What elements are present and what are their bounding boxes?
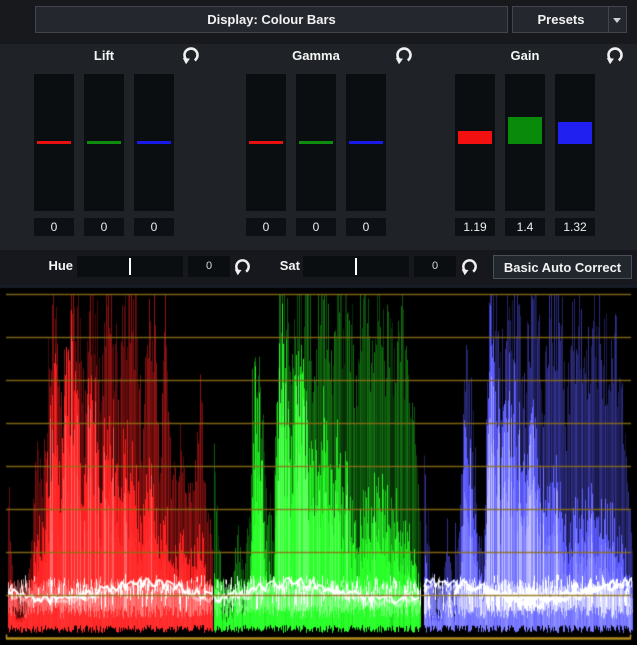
gamma-blue-slider[interactable]	[346, 74, 386, 211]
lift-red-slider[interactable]	[34, 74, 74, 211]
group-gain: Gain 1.19 1.4 1.32	[445, 44, 627, 250]
sat-value: 0	[414, 256, 456, 277]
gain-blue-slider[interactable]	[555, 74, 595, 211]
lift-blue-value: 0	[134, 218, 174, 236]
hue-label: Hue	[30, 255, 73, 277]
sat-slider-handle[interactable]	[355, 258, 357, 275]
group-gamma: Gamma 0 0 0	[236, 44, 418, 250]
reset-lift-icon[interactable]	[181, 45, 201, 65]
gamma-green-value: 0	[296, 218, 336, 236]
presets-label: Presets	[538, 12, 585, 27]
group-lift: Lift 0 0 0	[24, 44, 206, 250]
presets-button[interactable]: Presets	[512, 6, 627, 33]
colour-groups: Lift 0 0 0 Gamma 0 0 0 Gain	[0, 44, 637, 250]
hue-slider-handle[interactable]	[129, 258, 131, 275]
basic-auto-correct-button[interactable]: Basic Auto Correct	[493, 255, 632, 279]
hue-value: 0	[188, 256, 230, 277]
gain-blue-value: 1.32	[555, 218, 595, 236]
gain-green-slider[interactable]	[505, 74, 545, 211]
gain-green-value: 1.4	[505, 218, 545, 236]
gamma-green-slider[interactable]	[296, 74, 336, 211]
gamma-blue-value: 0	[346, 218, 386, 236]
group-title-lift: Lift	[54, 46, 154, 66]
lift-green-value: 0	[84, 218, 124, 236]
top-bar: Display: Colour Bars Presets	[0, 0, 637, 44]
sat-label: Sat	[262, 255, 300, 277]
adjust-row: Hue 0 Sat 0 Basic Auto Correct	[0, 250, 637, 285]
rgb-parade-scope	[0, 285, 637, 645]
lift-red-value: 0	[34, 218, 74, 236]
presets-divider	[608, 7, 609, 32]
sat-slider[interactable]	[303, 256, 409, 277]
lift-blue-slider[interactable]	[134, 74, 174, 211]
reset-hue-icon[interactable]	[233, 257, 253, 277]
gamma-red-value: 0	[246, 218, 286, 236]
reset-gamma-icon[interactable]	[394, 45, 414, 65]
reset-gain-icon[interactable]	[605, 45, 625, 65]
chevron-down-icon[interactable]	[613, 18, 621, 23]
gain-red-slider[interactable]	[455, 74, 495, 211]
colour-correct-panel: Display: Colour Bars Presets Lift 0 0 0 …	[0, 0, 637, 645]
display-mode-button[interactable]: Display: Colour Bars	[35, 6, 508, 33]
group-title-gamma: Gamma	[266, 46, 366, 66]
group-title-gain: Gain	[475, 46, 575, 66]
reset-sat-icon[interactable]	[460, 257, 480, 277]
gamma-red-slider[interactable]	[246, 74, 286, 211]
hue-slider[interactable]	[77, 256, 183, 277]
waveform-canvas	[0, 285, 637, 645]
gain-red-value: 1.19	[455, 218, 495, 236]
lift-green-slider[interactable]	[84, 74, 124, 211]
